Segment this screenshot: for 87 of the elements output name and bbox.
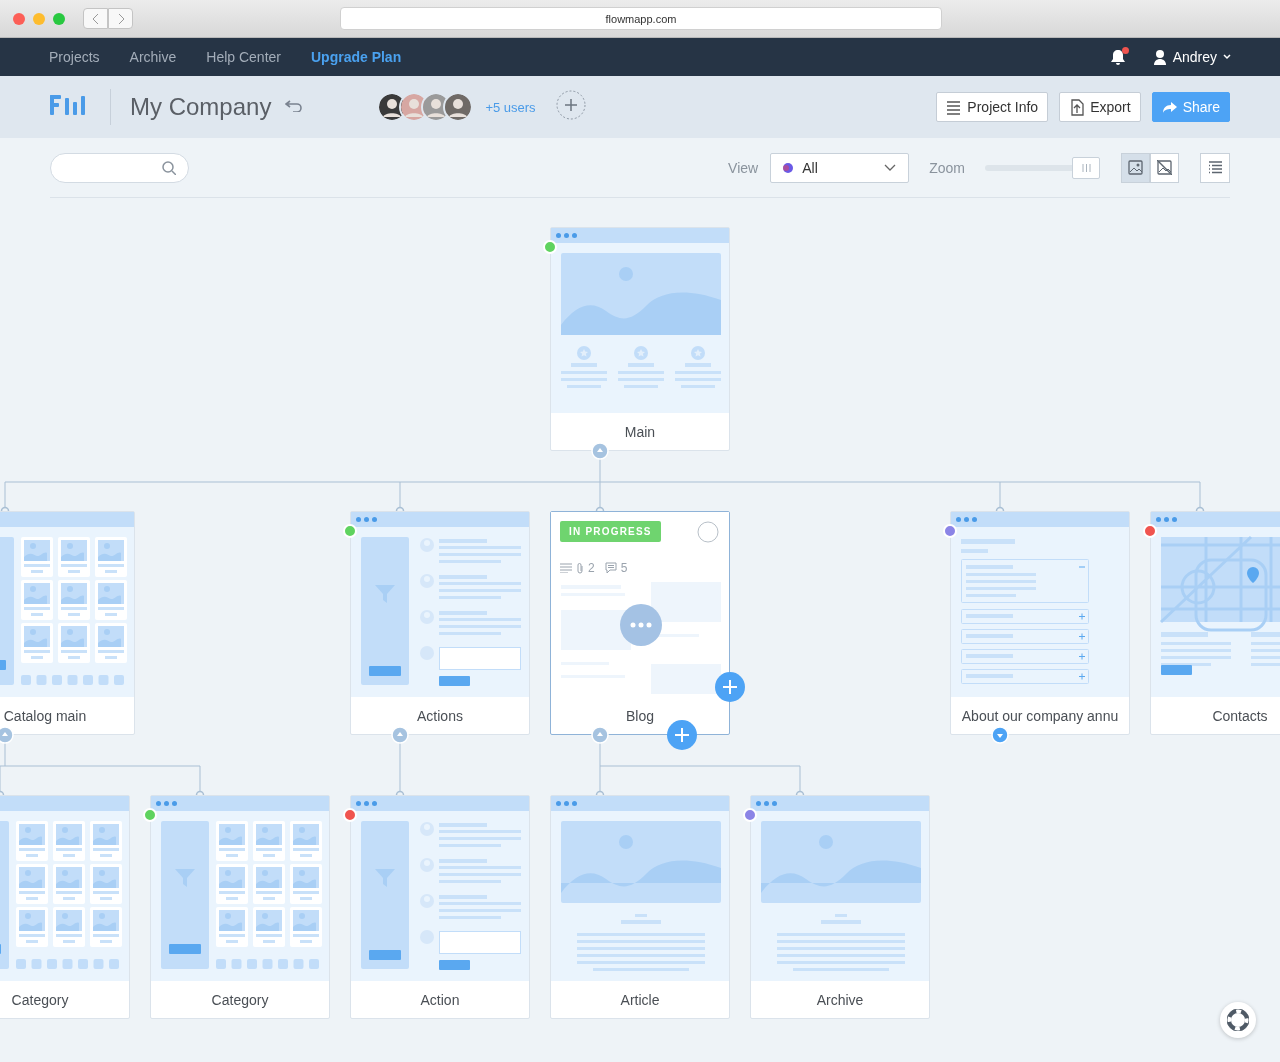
- collapse-toggle[interactable]: [591, 442, 609, 460]
- page-card[interactable]: IN PROGRESS 2 5 Blog: [550, 511, 730, 735]
- user-name[interactable]: Andrey: [1172, 49, 1217, 65]
- page-title: Blog: [625, 706, 655, 726]
- help-button[interactable]: [1220, 1002, 1256, 1038]
- address-bar[interactable]: flowmapp.com: [340, 7, 942, 30]
- user-icon: [1152, 49, 1167, 65]
- window-dots-icon: [356, 517, 378, 522]
- view-label: View: [728, 159, 759, 176]
- page-title: Archive: [815, 990, 865, 1010]
- nav-link[interactable]: Help Center: [206, 49, 281, 65]
- bell-icon[interactable]: [1108, 48, 1127, 66]
- page-card[interactable]: Article: [550, 795, 730, 1019]
- page-card[interactable]: Contacts: [1150, 511, 1280, 735]
- chevron-icon: [884, 163, 897, 172]
- window-dots-icon: [756, 801, 778, 806]
- window-dots-icon: [956, 517, 978, 522]
- page-card[interactable]: Category: [0, 795, 130, 1019]
- status-badge: IN PROGRESS: [560, 521, 661, 542]
- window-dots-icon: [156, 801, 178, 806]
- toolbar-button[interactable]: Export: [1059, 92, 1141, 122]
- window-dots-icon: [1156, 517, 1178, 522]
- collapse-toggle[interactable]: [991, 726, 1009, 744]
- caret-icon[interactable]: [1223, 54, 1231, 60]
- page-title: Actions: [416, 706, 464, 726]
- collapse-toggle[interactable]: [391, 726, 409, 744]
- window-dots-icon: [556, 233, 578, 238]
- page-card[interactable]: Catalog main: [0, 511, 135, 735]
- comment-count: 5: [620, 561, 628, 575]
- page-card[interactable]: About our company annu: [950, 511, 1130, 735]
- back-icon: [91, 12, 100, 25]
- grip-icon: [1081, 163, 1091, 172]
- export-icon: [1069, 98, 1086, 116]
- attachment-count: 2: [588, 561, 595, 575]
- filter-dot-icon: [783, 162, 794, 173]
- search-icon: [162, 160, 176, 175]
- page-title: Article: [619, 990, 661, 1010]
- select-checkbox-icon[interactable]: [697, 521, 719, 543]
- add-page-button[interactable]: [715, 672, 745, 702]
- page-title: Action: [419, 990, 461, 1010]
- view-dropdown[interactable]: All: [770, 152, 910, 183]
- display-mode-button[interactable]: [1150, 152, 1179, 183]
- project-title: My Company: [130, 93, 272, 121]
- nav-link[interactable]: Archive: [129, 49, 177, 65]
- page-card[interactable]: Archive: [750, 795, 930, 1019]
- page-card[interactable]: Action: [350, 795, 530, 1019]
- zoom-slider[interactable]: [985, 156, 1100, 179]
- toolbar-button[interactable]: Project Info: [936, 92, 1049, 122]
- slider-handle[interactable]: [1072, 156, 1100, 179]
- paperclip-icon: [576, 562, 584, 574]
- page-title: Catalog main: [2, 706, 88, 726]
- add-page-button[interactable]: [667, 720, 697, 750]
- comment-icon: [604, 562, 617, 574]
- forward-button[interactable]: [108, 8, 133, 29]
- page-card[interactable]: Actions: [350, 511, 530, 735]
- list-view-button[interactable]: [1200, 152, 1230, 183]
- description-icon: [560, 563, 572, 573]
- no-image-view-icon: [1157, 160, 1172, 175]
- window-dots-icon: [556, 801, 578, 806]
- page-card[interactable]: Category: [150, 795, 330, 1019]
- minimize-window-icon[interactable]: [33, 12, 45, 25]
- page-title: Category: [10, 990, 70, 1010]
- page-title: Main: [623, 422, 657, 442]
- search-field[interactable]: [50, 152, 189, 183]
- close-window-icon[interactable]: [13, 12, 25, 25]
- page-title: Category: [210, 990, 270, 1010]
- window-dots-icon: [356, 801, 378, 806]
- page-card[interactable]: Main: [550, 227, 730, 451]
- collapse-toggle[interactable]: [591, 726, 609, 744]
- lifebuoy-icon: [1227, 1009, 1249, 1031]
- nav-link[interactable]: Projects: [49, 49, 100, 65]
- add-user-icon[interactable]: [555, 90, 586, 120]
- list-icon: [1207, 161, 1223, 174]
- avatar: [443, 92, 474, 122]
- undo-icon[interactable]: [285, 100, 304, 112]
- page-title: About our company annu: [960, 706, 1120, 726]
- list-icon: [946, 98, 963, 116]
- back-button[interactable]: [83, 8, 108, 29]
- page-title: Contacts: [1211, 706, 1269, 726]
- more-options-button[interactable]: [620, 604, 662, 646]
- nav-link[interactable]: Upgrade Plan: [310, 49, 402, 65]
- image-view-icon: [1128, 160, 1143, 175]
- forward-icon: [116, 12, 125, 25]
- display-mode-button[interactable]: [1121, 152, 1150, 183]
- maximize-window-icon[interactable]: [53, 12, 65, 25]
- collapse-toggle[interactable]: [0, 726, 14, 744]
- zoom-label: Zoom: [929, 159, 965, 176]
